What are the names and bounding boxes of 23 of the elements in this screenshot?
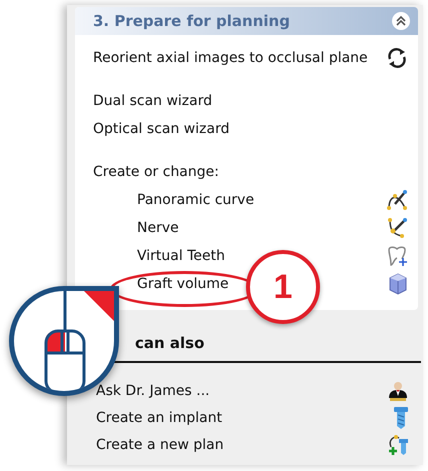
task-link[interactable]: Optical scan wizard <box>93 121 230 137</box>
rotate-icon <box>386 47 408 69</box>
task-link[interactable]: Graft volume <box>137 276 229 292</box>
tooth-icon <box>386 245 408 267</box>
curve-icon <box>386 189 408 211</box>
collapse-button[interactable] <box>392 12 410 30</box>
task-link[interactable]: Panoramic curve <box>137 192 254 208</box>
task-link[interactable]: Create an implant <box>96 410 222 426</box>
task-link[interactable]: Create a new plan <box>96 436 224 452</box>
new-plan-icon <box>387 434 409 456</box>
group-label: Create or change: <box>93 164 219 180</box>
task-link[interactable]: Virtual Teeth <box>137 248 225 264</box>
task-link[interactable]: Ask Dr. James ... <box>96 382 210 398</box>
implant-icon <box>393 406 409 430</box>
task-link[interactable]: Nerve <box>137 220 179 236</box>
person-icon <box>387 380 409 402</box>
chevron-up-icon <box>395 15 407 27</box>
section-title: 3. Prepare for planning <box>93 12 290 30</box>
task-link[interactable]: Dual scan wizard <box>93 93 212 109</box>
section-title: can also <box>134 333 206 354</box>
nerve-icon <box>386 217 408 239</box>
task-link[interactable]: Reorient axial images to occlusal plane <box>93 50 368 66</box>
cube-icon <box>388 273 408 295</box>
